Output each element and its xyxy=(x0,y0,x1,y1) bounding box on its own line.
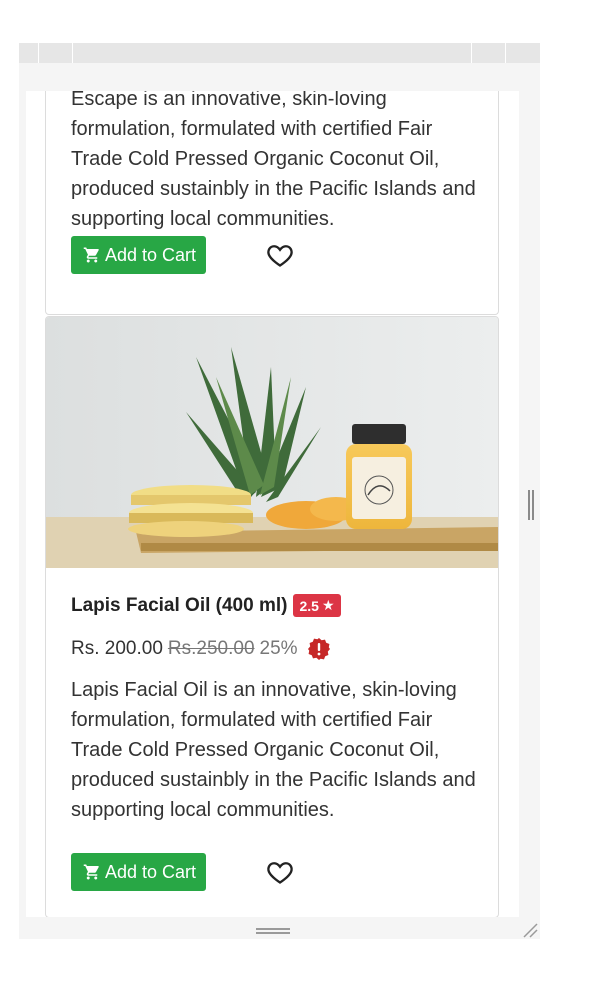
product-title-row: Lapis Facial Oil (400 ml) 2.5 ★ xyxy=(71,594,341,617)
add-to-cart-label: Add to Cart xyxy=(105,244,197,265)
rating-value: 2.5 xyxy=(299,597,319,614)
frame-top-bar xyxy=(19,43,540,63)
horizontal-resize-handle[interactable] xyxy=(256,928,290,934)
add-to-cart-button[interactable]: Add to Cart xyxy=(71,853,207,891)
resize-corner-icon[interactable] xyxy=(522,922,538,938)
alert-badge-icon xyxy=(307,638,330,660)
frame-divider xyxy=(471,43,472,63)
frame-divider xyxy=(72,43,73,63)
product-image[interactable] xyxy=(46,317,499,568)
frame-divider xyxy=(505,43,506,63)
product-card: Escape is an innovative, skin-loving for… xyxy=(45,91,499,315)
frame-header-band xyxy=(19,63,540,91)
product-title[interactable]: Lapis Facial Oil (400 ml) xyxy=(71,595,287,617)
star-icon: ★ xyxy=(321,597,335,613)
vertical-resize-handle[interactable] xyxy=(528,490,534,520)
wishlist-heart-icon[interactable] xyxy=(266,241,294,269)
product-description: Lapis Facial Oil is an innovative, skin-… xyxy=(71,679,476,821)
add-to-cart-button[interactable]: Add to Cart xyxy=(71,236,207,274)
product-actions: Add to Cart xyxy=(71,853,294,891)
discount-percent: 25% xyxy=(259,638,298,659)
frame-divider xyxy=(38,43,39,63)
price-row: Rs. 200.00 Rs.250.00 25% xyxy=(71,637,331,661)
product-card: Lapis Facial Oil (400 ml) 2.5 ★ Rs. 200.… xyxy=(45,316,499,917)
current-price: Rs. 200.00 xyxy=(71,638,163,659)
cart-icon xyxy=(83,864,99,880)
product-actions: Add to Cart xyxy=(71,236,294,274)
wishlist-heart-icon[interactable] xyxy=(266,858,294,886)
product-list-viewport[interactable]: Escape is an innovative, skin-loving for… xyxy=(26,91,519,917)
frame-left-edge xyxy=(19,91,26,917)
original-price: Rs.250.00 xyxy=(167,638,255,659)
cart-icon xyxy=(83,247,99,263)
product-description: Escape is an innovative, skin-loving for… xyxy=(71,91,476,230)
rating-badge: 2.5 ★ xyxy=(293,594,341,617)
add-to-cart-label: Add to Cart xyxy=(105,861,197,882)
